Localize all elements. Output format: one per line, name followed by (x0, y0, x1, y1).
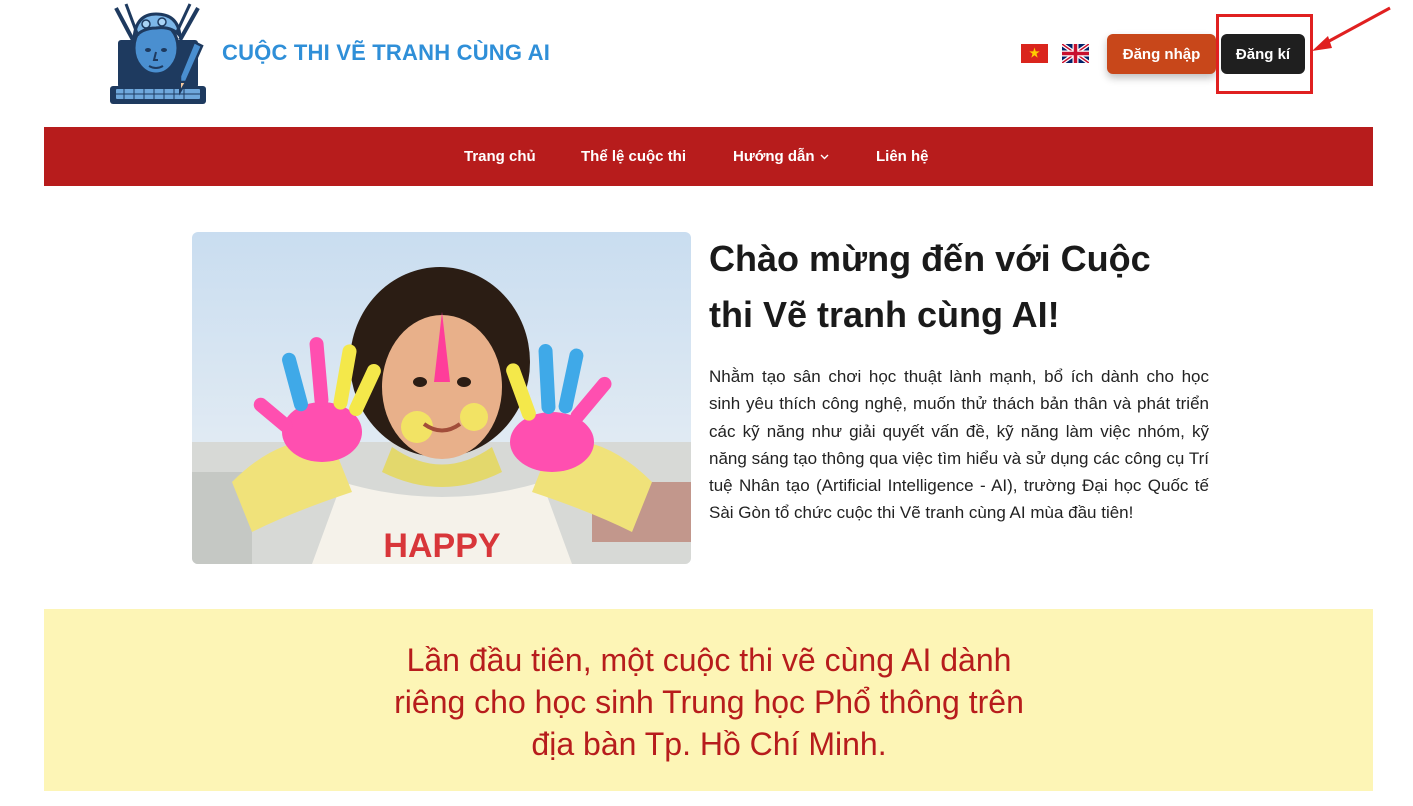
nav-item-label: Trang chủ (464, 148, 536, 165)
hero-paragraph: Nhằm tạo sân chơi học thuật lành mạnh, b… (709, 367, 1209, 523)
nav-item-label: Thể lệ cuộc thi (581, 148, 687, 165)
nav-item-contact[interactable]: Liên hệ (876, 127, 929, 186)
nav-item-label: Hướng dẫn (733, 148, 815, 165)
nav-item-guide-dropdown[interactable]: Hướng dẫn (733, 127, 829, 186)
nav-item-label: Liên hệ (876, 148, 929, 165)
site-logo[interactable] (106, 2, 210, 108)
site-title[interactable]: CUỘC THI VẼ TRANH CÙNG AI (222, 40, 550, 66)
main-navbar: Trang chủ Thể lệ cuộc thi Hướng dẫn Liên… (44, 127, 1373, 186)
banner-text: Lần đầu tiên, một cuộc thi vẽ cùng AI dà… (394, 642, 1024, 762)
annotation-arrow-icon (1312, 6, 1391, 51)
hero-title: Chào mừng đến với Cuộc thi Vẽ tranh cùng… (709, 238, 1151, 335)
page: CUỘC THI VẼ TRANH CÙNG AI Đăng nhập Đăng… (0, 0, 1413, 806)
announcement-banner: Lần đầu tiên, một cuộc thi vẽ cùng AI dà… (44, 609, 1373, 791)
site-header: CUỘC THI VẼ TRANH CÙNG AI Đăng nhập Đăng… (0, 0, 1413, 127)
nav-item-rules[interactable]: Thể lệ cuộc thi (581, 127, 686, 186)
chevron-down-icon (820, 152, 829, 163)
register-button[interactable]: Đăng kí (1221, 34, 1305, 74)
vietnam-flag-icon[interactable] (1021, 44, 1048, 63)
hero-image: HAPPY (192, 232, 691, 564)
login-button[interactable]: Đăng nhập (1107, 34, 1216, 74)
uk-flag-icon[interactable] (1060, 42, 1091, 65)
shirt-text: HAPPY (383, 527, 500, 564)
nav-item-home[interactable]: Trang chủ (464, 127, 536, 186)
ai-artist-logo-icon (110, 3, 206, 104)
